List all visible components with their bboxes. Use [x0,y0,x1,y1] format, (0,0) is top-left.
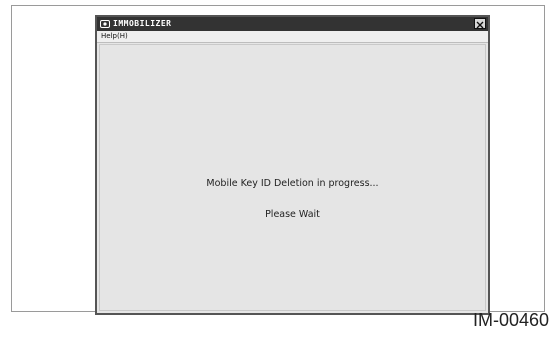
menu-bar: Help(H) [97,31,488,43]
close-button[interactable] [474,18,486,29]
menu-item-help[interactable]: Help(H) [97,31,128,42]
progress-message: Mobile Key ID Deletion in progress... [206,178,379,189]
app-window: IMMOBILIZER Help(H) Mobile Key ID Deleti… [95,15,490,315]
title-bar[interactable]: IMMOBILIZER [97,17,488,31]
figure-id-label: IM-00460 [472,310,549,330]
wait-message: Please Wait [265,209,320,220]
window-title: IMMOBILIZER [113,19,172,28]
app-logo-icon [100,20,110,28]
content-area: Mobile Key ID Deletion in progress... Pl… [99,44,486,311]
